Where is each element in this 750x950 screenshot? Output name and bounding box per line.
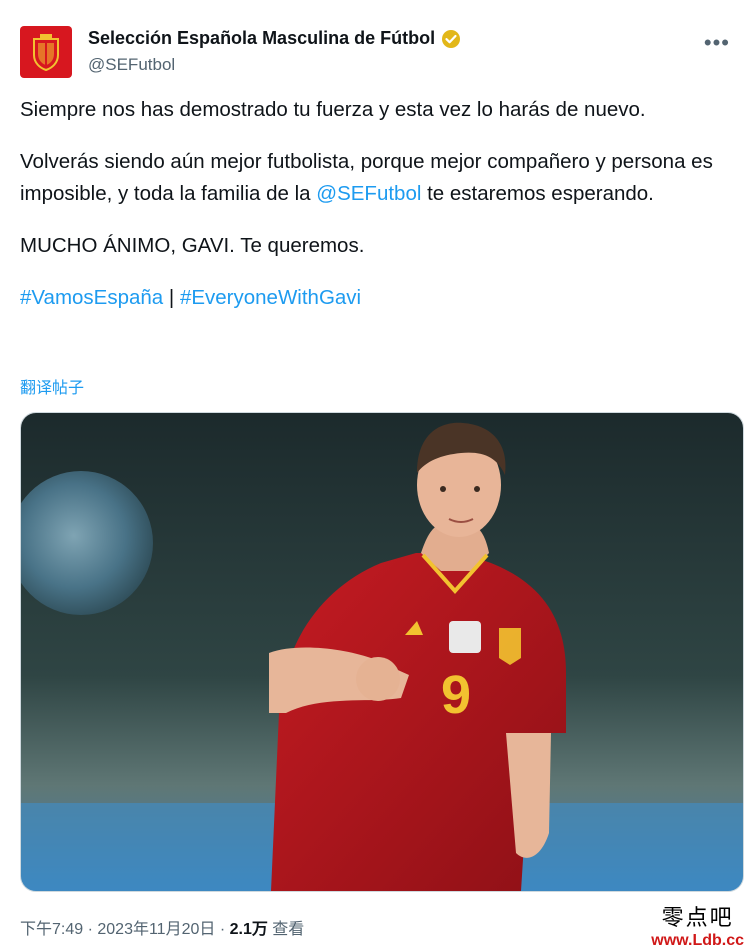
tweet-line-3: MUCHO ÁNIMO, GAVI. Te queremos.: [20, 234, 365, 257]
player-photo: 9: [21, 413, 743, 891]
tweet-media[interactable]: 9: [20, 412, 744, 892]
hashtag-link-1[interactable]: #VamosEspaña: [20, 286, 163, 309]
tweet-header: Selección Española Masculina de Fútbol @…: [20, 26, 730, 80]
meta-separator-2: ·: [215, 921, 230, 938]
meta-separator: ·: [83, 921, 98, 938]
tweet-para2-after: te estaremos esperando.: [421, 182, 654, 205]
views-label: 查看: [267, 921, 305, 938]
tweet-text: Siempre nos has demostrado tu fuerza y e…: [20, 94, 730, 334]
display-name-row[interactable]: Selección Española Masculina de Fútbol: [88, 28, 461, 49]
views-count: 2.1万: [229, 921, 268, 938]
watermark-line-2: www.Ldb.cc: [651, 932, 744, 949]
tweet-line-1: Siempre nos has demostrado tu fuerza y e…: [20, 98, 646, 121]
hashtag-link-2[interactable]: #EveryoneWithGavi: [180, 286, 361, 309]
display-name[interactable]: Selección Española Masculina de Fútbol: [88, 28, 435, 49]
tweet-meta: 下午7:49 · 2023年11月20日 · 2.1万 查看: [20, 915, 304, 939]
spain-crest-icon: [33, 34, 59, 71]
tweet-date[interactable]: 2023年11月20日: [97, 921, 215, 938]
verified-badge-icon: [442, 29, 461, 48]
tweet-time[interactable]: 下午7:49: [20, 921, 83, 938]
hashtags: #VamosEspaña | #EveryoneWithGavi: [20, 282, 730, 314]
avatar[interactable]: [20, 26, 72, 78]
watermark: 零点吧 www.Ldb.cc: [651, 900, 744, 950]
tweet-paragraph-2: Volverás siendo aún mejor futbolista, po…: [20, 146, 730, 210]
more-options-icon[interactable]: •••: [704, 30, 730, 56]
author-handle[interactable]: @SEFutbol: [88, 55, 461, 75]
jersey-number: 9: [441, 665, 471, 725]
mention-link[interactable]: @SEFutbol: [316, 182, 421, 205]
watermark-line-1: 零点吧: [661, 906, 734, 931]
hashtag-separator: |: [163, 286, 180, 309]
translate-post-link[interactable]: 翻译帖子: [20, 374, 84, 398]
